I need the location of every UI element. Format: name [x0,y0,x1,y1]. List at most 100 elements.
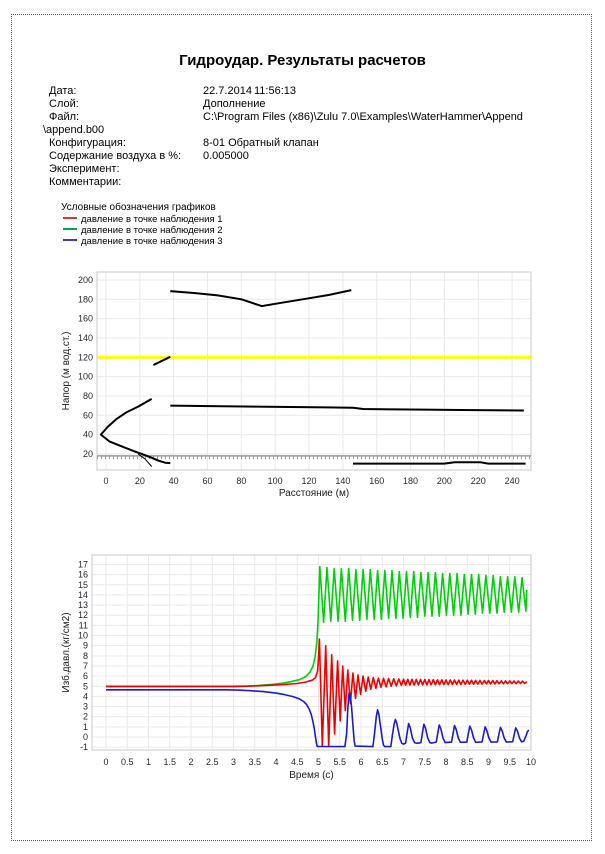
legend-item-label: давление в точке наблюдения 1 [81,214,223,225]
x-tick-label: 240 [505,476,520,486]
meta-value: 8-01 Обратный клапан [203,137,319,150]
head-vs-distance-chart: 0204060801001201401601802002202402040608… [55,266,570,498]
x-tick-label: 0 [103,476,108,486]
y-tick-label: 2 [83,712,88,722]
meta-value: 0.005000 [203,150,249,163]
x-tick-label: 200 [437,476,452,486]
y-tick-label: 4 [83,691,88,701]
x-tick-label: 9 [486,757,491,767]
x-tick-label: 6.5 [376,757,389,767]
meta-label: Слой: [49,98,203,111]
y-tick-label: 8 [83,651,88,661]
x-tick-label: 180 [403,476,418,486]
x-tick-label: 2.5 [206,757,219,767]
y-axis-title: Напор (м вод.ст.) [61,332,72,411]
y-tick-label: 40 [83,430,93,440]
x-tick-label: 4 [273,757,278,767]
y-tick-label: 180 [78,294,93,304]
y-tick-label: 0 [83,732,88,742]
y-tick-label: 7 [83,661,88,671]
meta-label: Эксперимент: [49,163,203,176]
y-tick-label: 13 [78,600,88,610]
x-axis-title: Время (с) [289,770,334,781]
y-tick-label: 1 [83,722,88,732]
x-tick-label: 140 [335,476,350,486]
meta-row: Файл:C:\Program Files (x86)\Zulu 7.0\Exa… [49,111,523,124]
y-axis-title: Изб.давл.(кг/см2) [60,612,72,692]
meta-label: Комментарии: [49,176,203,189]
x-tick-label: 10 [526,757,536,767]
y-tick-label: 10 [78,631,88,641]
x-tick-label: 100 [268,476,283,486]
y-tick-label: 60 [83,410,93,420]
x-tick-label: 2 [188,757,193,767]
y-tick-label: 200 [78,275,93,285]
x-tick-label: 20 [135,476,145,486]
x-tick-label: 5 [316,757,321,767]
x-tick-label: 5.5 [333,757,346,767]
y-tick-label: 11 [79,620,88,630]
x-tick-label: 0.5 [121,757,134,767]
y-tick-label: 160 [78,314,93,324]
x-tick-label: 1.5 [163,757,176,767]
y-tick-label: 5 [83,681,88,691]
legend-item: давление в точке наблюдения 3 [61,236,223,247]
meta-file-wrap: \append.b00 [43,124,523,137]
meta-value: C:\Program Files (x86)\Zulu 7.0\Examples… [203,111,523,124]
x-tick-label: 120 [302,476,317,486]
x-tick-label: 4.5 [291,757,304,767]
meta-value: 22.7.201411:56:13 [203,85,296,98]
meta-row: Слой:Дополнение [49,98,523,111]
y-tick-label: 3 [83,702,88,712]
x-tick-label: 0 [103,757,108,767]
pressure-vs-time-chart: 0 0.5 1 1.5 2 2.5 3 3.5 4 4.5 5 5.5 6 6.5 7 7.5 8 8.5 9 9.5… [55,548,570,788]
meta-row: Комментарии: [49,176,523,189]
x-tick-label: 3 [231,757,236,767]
y-tick-label: 6 [83,671,88,681]
legend-item: давление в точке наблюдения 1 [61,214,223,225]
legend-item: давление в точке наблюдения 2 [61,225,223,236]
meta-label: Содержание воздуха в %: [49,150,203,163]
y-tick-label: 20 [83,449,93,459]
x-tick-label: 40 [169,476,179,486]
x-tick-label: 80 [236,476,246,486]
y-tick-label: -1 [80,742,88,752]
legend-color-swatch [63,228,77,230]
y-tick-label: 140 [78,333,93,343]
meta-label: Файл: [49,111,203,124]
legend-item-label: давление в точке наблюдения 2 [81,225,223,236]
meta-label: Дата: [49,85,203,98]
meta-value-date: 22.7.2014 [203,85,254,98]
meta-label: Конфигурация: [49,137,203,150]
meta-row: Конфигурация:8-01 Обратный клапан [49,137,523,150]
x-tick-label: 8 [443,757,448,767]
y-tick-label: 100 [78,372,93,382]
x-tick-label: 1 [146,757,151,767]
meta-value-time: 11:56:13 [254,85,296,97]
legend-color-swatch [63,239,77,241]
x-axis-title: Расстояние (м) [279,488,349,498]
meta-row: Эксперимент: [49,163,523,176]
y-tick-label: 17 [78,559,88,569]
x-tick-label: 220 [471,476,486,486]
meta-row: Содержание воздуха в %:0.005000 [49,150,523,163]
legend-color-swatch [63,217,77,219]
x-tick-label: 8.5 [461,757,474,767]
x-tick-label: 3.5 [248,757,261,767]
x-tick-label: 9.5 [503,757,516,767]
y-tick-label: 80 [83,391,93,401]
legend-title: Условные обозначения графиков [61,202,223,213]
meta-row: Дата:22.7.201411:56:13 [49,85,523,98]
x-tick-label: 6 [358,757,363,767]
meta-value: Дополнение [203,98,265,111]
y-tick-label: 14 [78,590,88,600]
metadata-block: Дата:22.7.201411:56:13Слой:ДополнениеФай… [49,85,523,189]
report-page: Гидроудар. Результаты расчетов Дата:22.7… [0,0,605,854]
page-title: Гидроудар. Результаты расчетов [0,52,605,69]
x-tick-label: 7.5 [418,757,431,767]
y-tick-label: 9 [83,641,88,651]
y-tick-label: 15 [78,580,88,590]
legend-item-label: давление в точке наблюдения 3 [81,236,223,247]
plot-area [97,272,531,470]
chart-legend: Условные обозначения графиков давление в… [61,202,223,247]
